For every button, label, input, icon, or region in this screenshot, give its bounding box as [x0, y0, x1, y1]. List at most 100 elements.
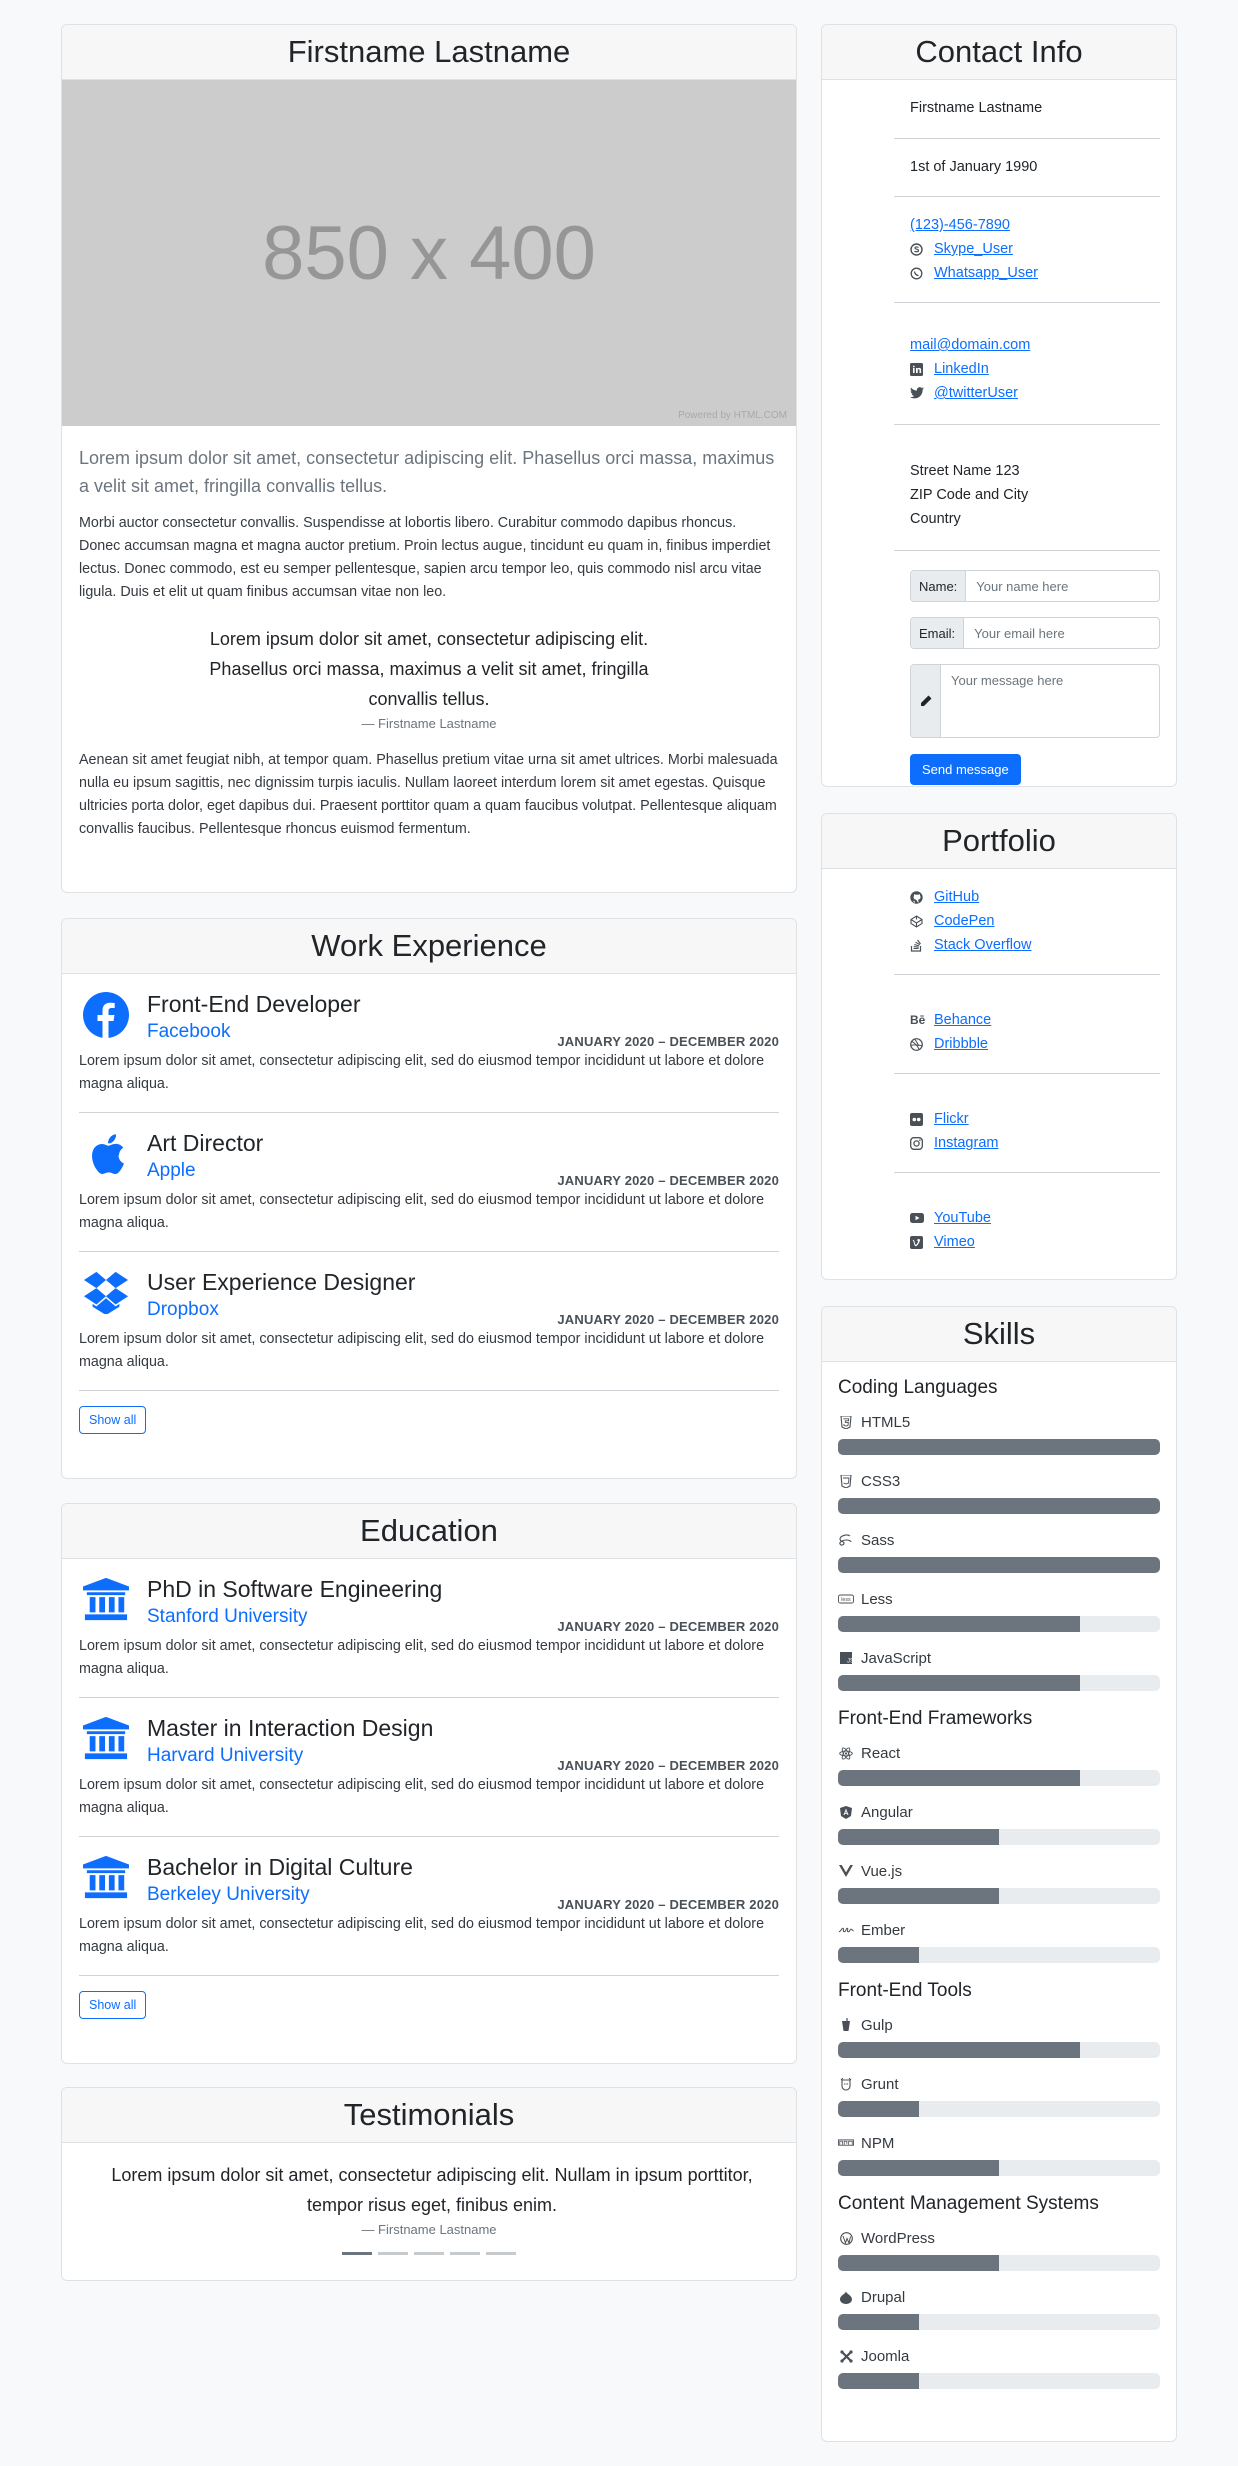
- html5-icon: [838, 1415, 854, 1429]
- sass-icon: [838, 1534, 854, 1546]
- youtube-link[interactable]: YouTube: [934, 1206, 991, 1230]
- instagram-icon: [910, 1136, 928, 1150]
- flickr-link[interactable]: Flickr: [934, 1107, 969, 1131]
- date-range: JANUARY 2020 – DECEMBER 2020: [557, 1312, 779, 1327]
- degree-description: Lorem ipsum dolor sit amet, consectetur …: [79, 1777, 765, 1816]
- job-description: Lorem ipsum dolor sit amet, consectetur …: [79, 1331, 765, 1370]
- list-item: Art Director Apple JANUARY 2020 – DECEMB…: [79, 1113, 779, 1252]
- section-title: Contact Info: [822, 25, 1176, 80]
- email-link[interactable]: mail@domain.com: [910, 337, 1030, 353]
- contact-phone-row: (123)-456-7890 Skype_User Whatsapp_User: [838, 197, 1160, 302]
- skills-card: Skills Coding Languages HTML5 CSS3 Sass less…: [821, 1306, 1177, 2442]
- stack-overflow-link[interactable]: Stack Overflow: [934, 933, 1032, 957]
- portfolio-card: Portfolio GitHub CodePen Stack Overflow …: [821, 813, 1177, 1280]
- skill-item: Joomla: [838, 2344, 1160, 2389]
- skill-group-title: Content Management Systems: [838, 2193, 1099, 2214]
- skill-progress-fill: [838, 2255, 999, 2271]
- portfolio-video-row: YouTube Vimeo: [838, 1173, 1160, 1257]
- skill-progress-bar: [838, 1770, 1160, 1786]
- date-range: JANUARY 2020 – DECEMBER 2020: [557, 1619, 779, 1634]
- ember-icon: [838, 1925, 854, 1935]
- vimeo-link[interactable]: Vimeo: [934, 1230, 975, 1254]
- linkedin-icon: [910, 362, 928, 376]
- address-city: ZIP Code and City: [910, 487, 1029, 503]
- degree-title: PhD in Software Engineering: [147, 1576, 443, 1602]
- carousel-indicator[interactable]: [450, 2252, 480, 2255]
- carousel-indicator[interactable]: [486, 2252, 516, 2255]
- skill-progress-fill: [838, 1439, 1160, 1455]
- instagram-link[interactable]: Instagram: [934, 1131, 998, 1155]
- skill-progress-bar: [838, 2314, 1160, 2330]
- whatsapp-icon: [910, 267, 928, 280]
- whatsapp-link[interactable]: Whatsapp_User: [934, 261, 1038, 285]
- skill-name: Drupal: [861, 2288, 906, 2306]
- skill-item: Angular: [838, 1800, 1160, 1845]
- linkedin-link[interactable]: LinkedIn: [934, 357, 989, 381]
- skill-progress-bar: [838, 1498, 1160, 1514]
- degree-title: Bachelor in Digital Culture: [147, 1854, 413, 1880]
- skype-link[interactable]: Skype_User: [934, 237, 1013, 261]
- flickr-icon: [910, 1112, 928, 1126]
- github-link[interactable]: GitHub: [934, 885, 979, 909]
- twitter-link[interactable]: @twitterUser: [934, 381, 1018, 405]
- date-range: JANUARY 2020 – DECEMBER 2020: [557, 1758, 779, 1773]
- message-textarea[interactable]: Your message here: [941, 665, 1073, 737]
- list-item: Master in Interaction Design Harvard Uni…: [79, 1698, 779, 1837]
- skype-icon: [910, 242, 928, 256]
- pencil-icon: [911, 665, 941, 737]
- js-icon: JS: [838, 1652, 854, 1664]
- quote-text: Lorem ipsum dolor sit amet, consectetur …: [209, 629, 649, 709]
- skill-item: HTML5: [838, 1410, 1160, 1455]
- address-street: Street Name 123: [910, 463, 1020, 479]
- email-input[interactable]: Your email here: [964, 618, 1075, 648]
- list-item: PhD in Software Engineering Stanford Uni…: [79, 1559, 779, 1698]
- vue-icon: [838, 1865, 854, 1877]
- show-all-education-button[interactable]: Show all: [79, 1991, 147, 2019]
- skill-progress-bar: [838, 1829, 1160, 1845]
- apple-icon: [83, 1131, 129, 1179]
- skill-progress-bar: [838, 2042, 1160, 2058]
- behance-link[interactable]: Behance: [934, 1008, 991, 1032]
- skill-name: Joomla: [861, 2347, 910, 2365]
- profile-paragraph: Morbi auctor consectetur convallis. Susp…: [79, 515, 771, 600]
- list-item: Bachelor in Digital Culture Berkeley Uni…: [79, 1837, 779, 1976]
- skill-progress-fill: [838, 2042, 1080, 2058]
- section-title: Testimonials: [62, 2088, 796, 2143]
- contact-name-row: Firstname Lastname: [838, 80, 1160, 138]
- message-field[interactable]: Your message here: [910, 664, 1160, 738]
- codepen-link[interactable]: CodePen: [934, 909, 994, 933]
- skill-progress-bar: [838, 1557, 1160, 1573]
- skill-progress-bar: [838, 1888, 1160, 1904]
- testimonial-quote: Lorem ipsum dolor sit amet, consectetur …: [111, 2165, 753, 2215]
- stack-overflow-icon: [910, 938, 928, 952]
- university-icon: [83, 1716, 129, 1764]
- svg-text:JS: JS: [847, 1659, 852, 1665]
- email-field[interactable]: Email: Your email here: [910, 617, 1160, 649]
- css3-icon: [838, 1474, 854, 1488]
- carousel-indicators: [62, 2252, 796, 2255]
- dribbble-link[interactable]: Dribbble: [934, 1032, 988, 1056]
- degree-title: Master in Interaction Design: [147, 1715, 434, 1741]
- degree-description: Lorem ipsum dolor sit amet, consectetur …: [79, 1638, 765, 1677]
- send-message-button[interactable]: Send message: [910, 754, 1021, 785]
- university-icon: [83, 1577, 129, 1625]
- carousel-indicator[interactable]: [342, 2252, 372, 2255]
- contact-card: Contact Info Firstname Lastname 1st of J…: [821, 24, 1177, 787]
- skill-name: JavaScript: [861, 1649, 932, 1667]
- grunt-icon: [838, 2077, 854, 2091]
- carousel-indicator[interactable]: [378, 2252, 408, 2255]
- portfolio-code-row: GitHub CodePen Stack Overflow: [838, 869, 1160, 974]
- name-field[interactable]: Name: Your name here: [910, 570, 1160, 602]
- image-credit: Powered by HTML.COM: [678, 410, 787, 421]
- list-item: User Experience Designer Dropbox JANUARY…: [79, 1252, 779, 1391]
- show-all-work-button[interactable]: Show all: [79, 1406, 147, 1434]
- name-input[interactable]: Your name here: [966, 571, 1078, 601]
- skill-item: WordPress: [838, 2226, 1160, 2271]
- date-range: JANUARY 2020 – DECEMBER 2020: [557, 1897, 779, 1912]
- section-title: Portfolio: [822, 814, 1176, 869]
- skill-item: less Less: [838, 1587, 1160, 1632]
- skill-progress-fill: [838, 1888, 999, 1904]
- skill-progress-fill: [838, 2101, 919, 2117]
- carousel-indicator[interactable]: [414, 2252, 444, 2255]
- phone-link[interactable]: (123)-456-7890: [910, 217, 1010, 233]
